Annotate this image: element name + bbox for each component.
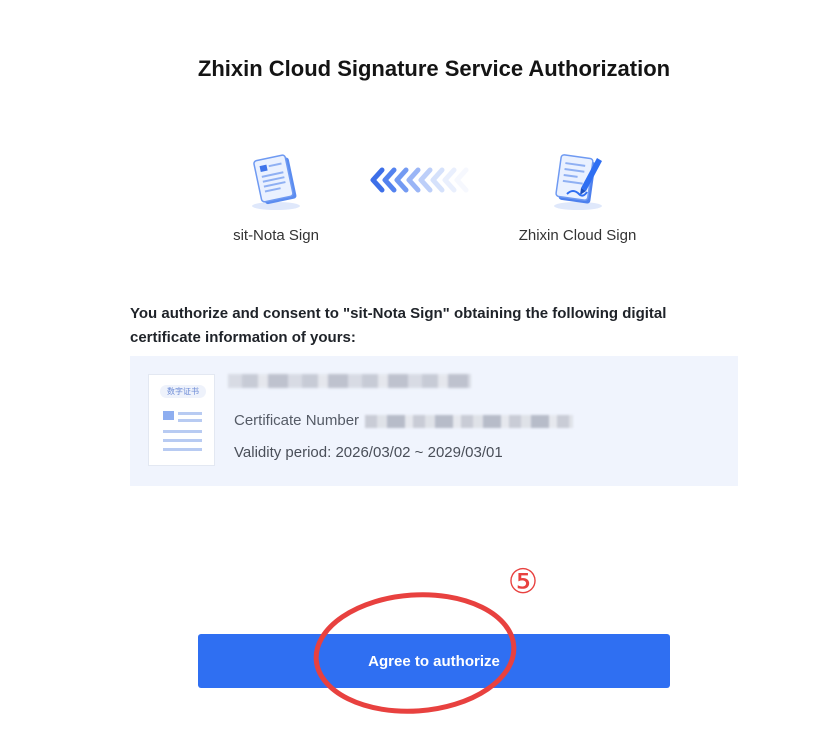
consent-text: You authorize and consent to "sit-Nota S… [130, 305, 667, 346]
certificate-number-row: Certificate Number [234, 412, 574, 429]
authorization-page: Zhixin Cloud Signature Service Authoriza… [0, 0, 822, 732]
certificate-number-label: Certificate Number [234, 412, 360, 429]
agree-to-authorize-button[interactable]: Agree to authorize [198, 634, 670, 688]
certificate-thumbnail-mark [163, 411, 174, 420]
certificate-holder-redacted [228, 374, 471, 388]
requester-app: sit-Nota Sign [206, 148, 346, 244]
certificate-thumbnail: 数字证书 [148, 374, 215, 466]
provider-app-name: Zhixin Cloud Sign [518, 227, 637, 244]
page-title: Zhixin Cloud Signature Service Authoriza… [197, 56, 671, 81]
document-icon [252, 154, 300, 210]
requester-app-name: sit-Nota Sign [233, 227, 319, 244]
thumbnail-line [163, 448, 202, 451]
certificate-panel: 数字证书 Certificate Number Validity period:… [130, 356, 738, 486]
certificate-validity: Validity period: 2026/03/02 ~ 2029/03/01 [234, 444, 503, 461]
step-annotation-number: ⑤ [507, 563, 539, 601]
signing-document-icon [553, 154, 602, 210]
certificate-thumbnail-label: 数字证书 [160, 385, 206, 398]
chevron-left-arrows-icon [370, 167, 469, 193]
thumbnail-line [178, 412, 202, 415]
thumbnail-line [178, 419, 202, 422]
provider-app: Zhixin Cloud Sign [505, 148, 650, 244]
certificate-number-redacted [365, 414, 574, 428]
thumbnail-line [163, 439, 202, 442]
thumbnail-line [163, 430, 202, 433]
